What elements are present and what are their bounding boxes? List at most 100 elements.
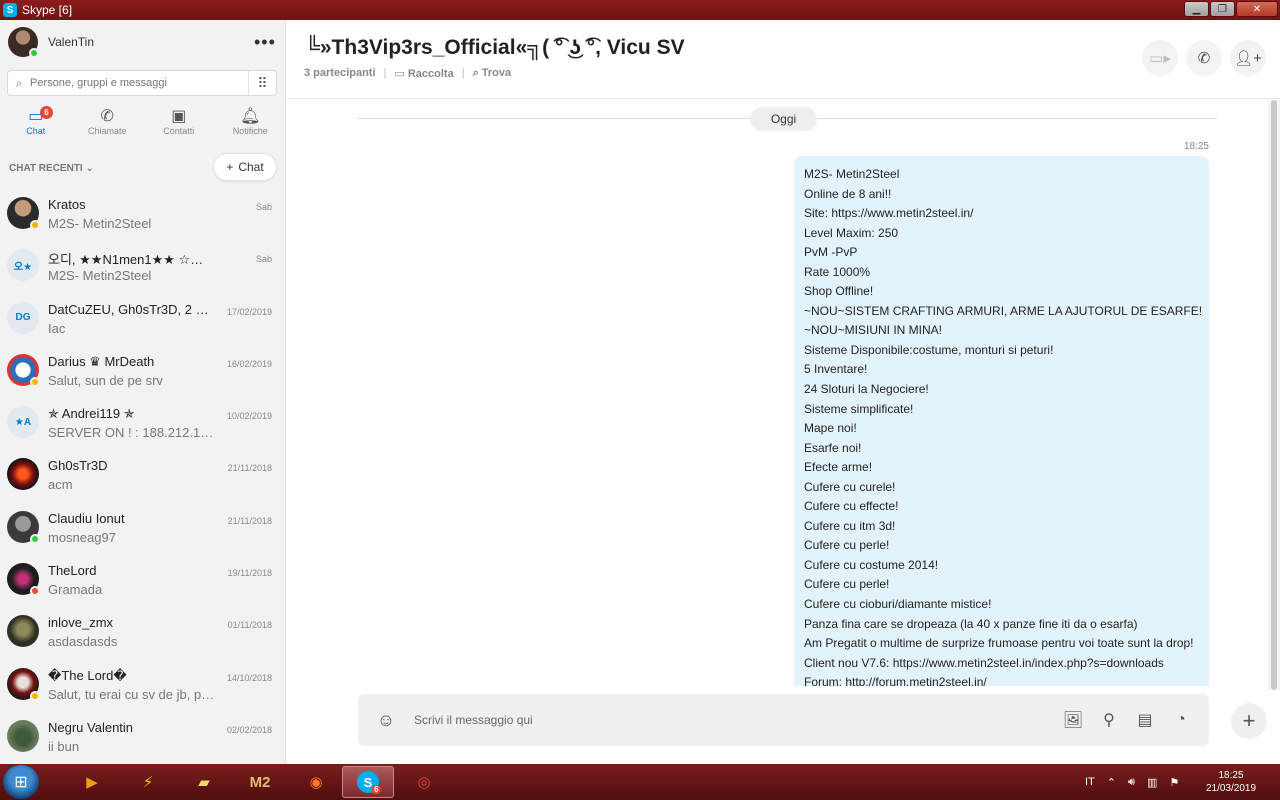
record-icon: ◎: [417, 774, 431, 791]
contact-avatar: DG: [7, 301, 39, 334]
nav-tabs: ▭ 6 Chat ✆ Chiamate ▣ Contatti 🔔︎ Notifi…: [0, 106, 286, 146]
message-input[interactable]: Scrivi il messaggio qui: [414, 713, 1055, 727]
chat-preview: M2S- Metin2Steel: [48, 268, 152, 284]
search-box: ⌕ ⠿: [7, 70, 277, 96]
tab-contacts[interactable]: ▣ Contatti: [143, 106, 215, 146]
chat-preview: SERVER ON ! : 188.212.100.…: [48, 425, 218, 441]
chat-name: DatCuZEU, Gh0sTr3D, 2 a...: [48, 301, 213, 317]
message-line[interactable]: Site: https://www.metin2steel.in/: [804, 204, 1199, 224]
message-composer: ☺ Scrivi il messaggio qui 🖼︎ ⚲ ▤ ◔: [358, 694, 1209, 746]
scrollbar-thumb[interactable]: [1271, 100, 1277, 690]
chat-preview: mosneag97: [48, 529, 116, 545]
header-divider: [287, 98, 1280, 99]
window-title: Skype [6]: [22, 3, 73, 17]
video-camera-icon: ▭▸: [1149, 50, 1171, 67]
location-pin-icon[interactable]: ⚲: [1091, 710, 1127, 730]
message-line[interactable]: Client nou V7.6: https://www.metin2steel…: [804, 654, 1199, 674]
chat-list-item[interactable]: Darius ♛ MrDeath Salut, sun de pe srv 16…: [0, 347, 285, 399]
contact-avatar: 오★: [7, 249, 39, 282]
recent-chats-label: CHAT RECENTI: [9, 163, 83, 174]
more-actions-button[interactable]: +: [1231, 703, 1267, 739]
chat-list-item[interactable]: Gh0sTr3D acm 21/11/2018: [0, 451, 285, 503]
chat-name: Gh0sTr3D: [48, 458, 108, 474]
chat-date: 21/11/2018: [227, 463, 272, 474]
chat-date: 21/11/2018: [227, 515, 272, 526]
chat-list-item[interactable]: Negru Valentin ii bun 02/02/2018: [0, 713, 285, 764]
conversation-title[interactable]: ╚»Th3Vip3rs_Official«╗( ͡° ͜ʖ ͡°, Vicu S…: [305, 36, 685, 60]
emoji-icon[interactable]: ☺: [358, 710, 414, 731]
message-line: Forum: http://forum.metin2steel.in/: [804, 675, 987, 686]
search-input[interactable]: [30, 77, 240, 89]
taskbar-recorder[interactable]: ◎: [398, 766, 450, 798]
find-link[interactable]: ⌕ Trova: [473, 67, 512, 80]
gallery-label: Raccolta: [407, 68, 454, 80]
taskbar-media-player[interactable]: ▶: [66, 766, 118, 798]
chevron-up-icon[interactable]: ⌃: [1107, 776, 1116, 789]
chat-date: 14/10/2018: [226, 672, 272, 683]
message-line: Cufere cu cioburi/diamante mistice!: [804, 597, 992, 612]
clock-date: 21/03/2019: [1205, 783, 1257, 794]
chat-list-item[interactable]: TheLord Gramada 19/11/2018: [0, 556, 285, 608]
tab-chat-label: Chat: [26, 126, 46, 136]
chat-list-item[interactable]: ★A ✯ Andrei119 ✯ SERVER ON ! : 188.212.1…: [0, 399, 285, 451]
new-chat-button[interactable]: + Chat: [213, 153, 277, 181]
flag-icon[interactable]: ⚑: [1169, 776, 1179, 789]
more-options-icon[interactable]: •••: [254, 32, 276, 53]
dialpad-icon[interactable]: ⠿: [248, 71, 276, 95]
chat-list-item[interactable]: �The Lord� Salut, tu erai cu sv de jb, p…: [0, 661, 285, 713]
tab-chat[interactable]: ▭ 6 Chat: [0, 106, 72, 146]
chat-list-item[interactable]: DG DatCuZEU, Gh0sTr3D, 2 a... Iac 17/02/…: [0, 295, 285, 347]
message-line: 5 Inventare!: [804, 362, 868, 377]
taskbar-explorer[interactable]: ▰: [178, 766, 230, 798]
image-gallery-icon[interactable]: 🖼︎: [1055, 710, 1091, 730]
gallery-link[interactable]: ▭ Raccolta: [394, 67, 453, 80]
windows-taskbar: ⊞ ▶ ⚡ ▰ M2 ◉ S 6 ◎ IT ⌃ 🔊︎ ▥ ⚑ 18:25 21/…: [0, 764, 1280, 800]
chat-list-item[interactable]: 오★ 오디, ★★N1men1★★ ☆☆☆☆☆... M2S- Metin2St…: [0, 242, 285, 294]
contacts-icon: ▣: [171, 108, 187, 125]
message-line: 24 Sloturi la Negociere!: [804, 382, 929, 397]
message-line: Sisteme simplificate!: [804, 401, 914, 416]
profile-bar[interactable]: ValenTin: [0, 20, 285, 64]
taskbar-clock[interactable]: 18:25 21/03/2019: [1200, 769, 1262, 795]
poll-icon[interactable]: ◔: [1163, 711, 1199, 729]
chat-name: ✯ Andrei119 ✯: [48, 406, 135, 422]
message-scrollbar[interactable]: [1268, 100, 1280, 690]
tab-calls[interactable]: ✆ Chiamate: [72, 106, 144, 146]
contact-card-icon[interactable]: ▤: [1127, 710, 1163, 730]
chat-list-item[interactable]: Kratos M2S- Metin2Steel Sab: [0, 190, 285, 242]
plus-icon: +: [1242, 708, 1256, 733]
message-line: PvM -PvP: [804, 245, 858, 260]
message-line: Online de 8 ani!!: [804, 186, 892, 201]
maximize-button[interactable]: ❐: [1210, 1, 1235, 17]
taskbar-skype[interactable]: S 6: [342, 766, 394, 798]
network-icon[interactable]: ▥: [1147, 776, 1157, 789]
message-line: Shop Offline!: [804, 284, 874, 299]
start-button[interactable]: ⊞: [3, 765, 39, 799]
taskbar-firefox[interactable]: ◉: [290, 766, 342, 798]
tab-notifications[interactable]: 🔔︎ Notifiche: [215, 106, 286, 146]
add-participant-button[interactable]: 👤︎+: [1230, 40, 1266, 76]
video-call-button[interactable]: ▭▸: [1142, 40, 1178, 76]
participants-link[interactable]: 3 partecipanti: [304, 67, 376, 80]
chat-date: 02/02/2018: [226, 724, 272, 735]
skype-app-icon: S: [3, 3, 17, 17]
recent-chats-header[interactable]: CHAT RECENTI ⌄: [9, 163, 94, 174]
language-indicator[interactable]: IT: [1085, 776, 1095, 788]
chat-list-item[interactable]: inlove_zmx asdasdasds 01/11/2018: [0, 608, 285, 660]
volume-icon[interactable]: 🔊︎: [1128, 776, 1135, 789]
taskbar-app[interactable]: ⚡: [122, 766, 174, 798]
message-line: Cufere cu perle!: [804, 577, 890, 592]
chat-preview: M2S- Metin2Steel: [48, 216, 152, 231]
taskbar-metin2[interactable]: M2: [234, 766, 286, 798]
message-line: Esarfe noi!: [804, 440, 862, 455]
meta-separator: |: [461, 67, 465, 79]
message-bubble[interactable]: M2S- Metin2Steel Online de 8 ani!! Site:…: [794, 156, 1209, 686]
chat-list-item[interactable]: Claudiu Ionut mosneag97 21/11/2018: [0, 504, 285, 556]
profile-avatar[interactable]: [8, 27, 39, 58]
minimize-button[interactable]: ▁: [1184, 1, 1209, 17]
close-button[interactable]: ✕: [1236, 1, 1278, 17]
audio-call-button[interactable]: ✆: [1186, 40, 1222, 76]
chat-date: 17/02/2019: [226, 306, 272, 317]
message-line: Mape noi!: [804, 421, 857, 436]
contact-status-dot: [30, 376, 40, 387]
